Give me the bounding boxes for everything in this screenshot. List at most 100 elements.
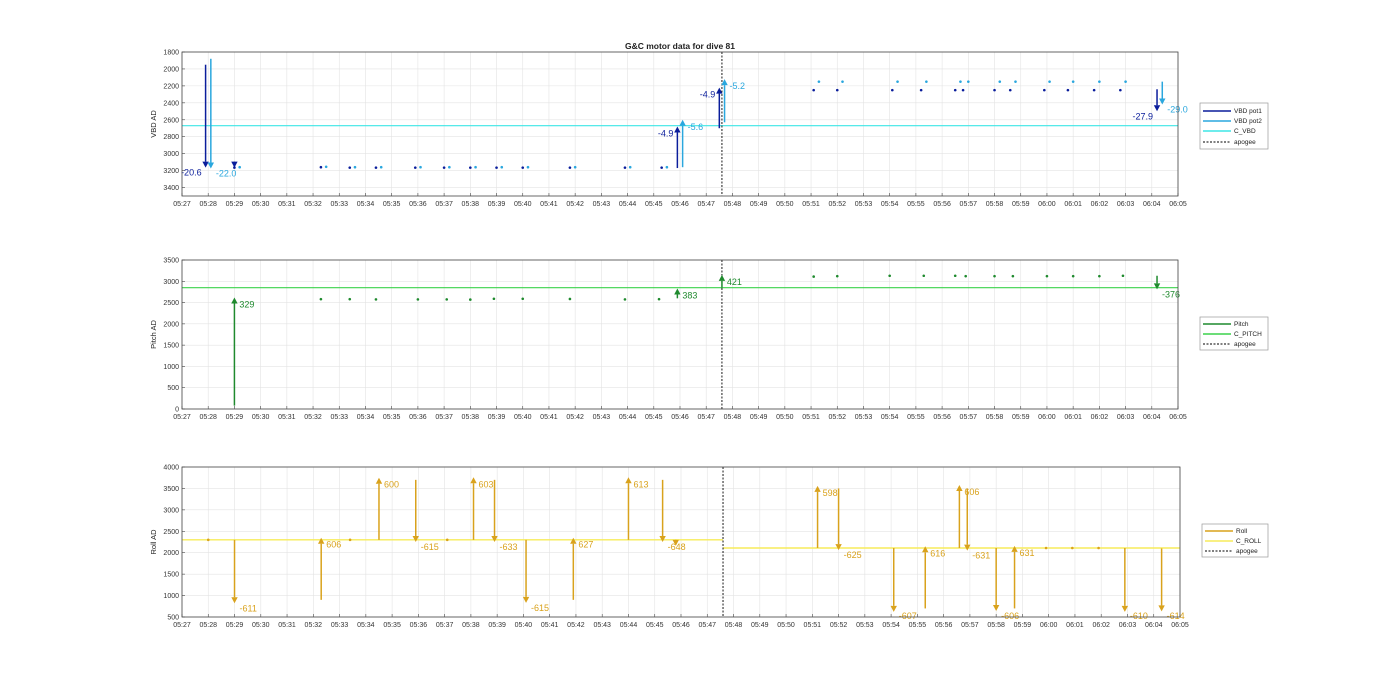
data-point [896,80,899,83]
data-point [319,165,323,169]
x-tick-label: 05:31 [278,414,296,421]
x-tick-label: 05:46 [671,414,689,421]
x-tick-label: 05:27 [173,622,191,629]
x-tick-label: 05:59 [1014,622,1032,629]
x-tick-label: 05:56 [935,622,953,629]
data-point [492,297,496,301]
x-tick-label: 05:30 [252,201,270,208]
x-tick-label: 05:46 [671,201,689,208]
move-label: -614 [1167,611,1185,621]
data-point [1008,88,1012,92]
data-point [841,80,844,83]
data-point [348,297,352,301]
x-tick-label: 05:58 [986,414,1004,421]
x-tick-label: 05:49 [750,201,768,208]
x-tick-label: 05:32 [304,414,322,421]
legend-entry-vbd-pot1: VBD pot1 [1234,108,1262,115]
move-label: -625 [844,550,862,560]
move-label: -5.2 [730,81,746,91]
move-label: 421 [727,277,742,287]
data-point [379,165,383,169]
x-tick-label: 05:54 [881,201,899,208]
y-tick-label: 500 [167,615,179,622]
data-point [1092,88,1096,92]
x-tick-label: 05:36 [410,622,428,629]
move-label: -631 [972,551,990,561]
data-point [967,80,970,83]
x-tick-label: 05:37 [436,622,454,629]
x-tick-label: 05:50 [776,201,794,208]
data-point [953,274,957,278]
x-tick-label: 05:32 [305,622,323,629]
x-tick-label: 05:51 [804,622,822,629]
x-tick-label: 05:33 [330,414,348,421]
x-tick-label: 05:48 [725,622,743,629]
data-point [469,166,472,169]
x-tick-label: 06:02 [1091,414,1109,421]
x-tick-label: 05:30 [252,414,270,421]
data-point [568,166,572,169]
x-tick-label: 05:34 [357,414,375,421]
x-tick-label: 05:28 [199,201,217,208]
data-point [445,538,449,542]
data-point [993,88,996,92]
x-tick-label: 05:53 [855,201,873,208]
x-tick-label: 05:37 [435,201,453,208]
data-point [445,298,449,301]
move-label: -606 [1001,611,1019,621]
x-tick-label: 06:03 [1119,622,1137,629]
x-tick-label: 05:45 [645,201,663,208]
y-tick-label: 2400 [163,100,179,107]
data-point [953,88,957,92]
x-tick-label: 06:00 [1040,622,1058,629]
move-label: 603 [479,479,494,489]
x-tick-label: 05:32 [304,201,322,208]
y-axis-label: Roll AD [149,529,158,555]
x-tick-label: 05:43 [593,414,611,421]
data-point [1066,88,1070,92]
x-tick-label: 05:49 [751,622,769,629]
data-point [623,166,627,169]
y-tick-label: 1500 [163,572,179,579]
x-tick-label: 05:40 [514,201,532,208]
x-tick-label: 05:58 [986,201,1004,208]
data-point [526,165,530,169]
move-label: -22.0 [216,168,237,178]
data-point [961,88,965,92]
move-label: 598 [823,488,838,498]
data-point [1044,546,1048,550]
x-tick-label: 05:42 [566,414,584,421]
move-label: 606 [326,540,341,550]
x-tick-label: 05:35 [383,201,401,208]
data-point [628,165,632,169]
x-tick-label: 05:36 [409,201,427,208]
x-tick-label: 05:44 [619,414,637,421]
move-label: 383 [682,291,697,301]
move-label: -4.9 [658,129,674,139]
move-label: 627 [578,540,593,550]
data-point [348,538,352,542]
x-tick-label: 05:31 [278,622,296,629]
y-tick-label: 500 [167,385,179,392]
data-point [495,166,498,169]
move-label: 600 [384,480,399,490]
x-tick-label: 05:36 [409,414,427,421]
x-tick-label: 05:27 [173,414,191,421]
vbd-legend: VBD pot1 VBD pot2 C_VBD apogee [1199,102,1269,150]
y-axis-label: VBD AD [149,110,158,138]
y-tick-label: 2000 [163,321,179,328]
x-tick-label: 05:29 [226,414,244,421]
x-tick-label: 05:42 [567,622,585,629]
x-tick-label: 05:50 [777,622,795,629]
y-tick-label: 2000 [163,550,179,557]
legend-entry-apogee: apogee [1236,548,1258,555]
y-tick-label: 2600 [163,117,179,124]
y-tick-label: 2200 [163,83,179,90]
data-point [925,80,928,83]
data-point [623,298,627,301]
data-point [888,274,891,278]
x-tick-label: 05:45 [646,622,664,629]
x-tick-label: 06:01 [1064,414,1082,421]
x-tick-label: 05:41 [540,201,558,208]
x-tick-label: 05:46 [672,622,690,629]
